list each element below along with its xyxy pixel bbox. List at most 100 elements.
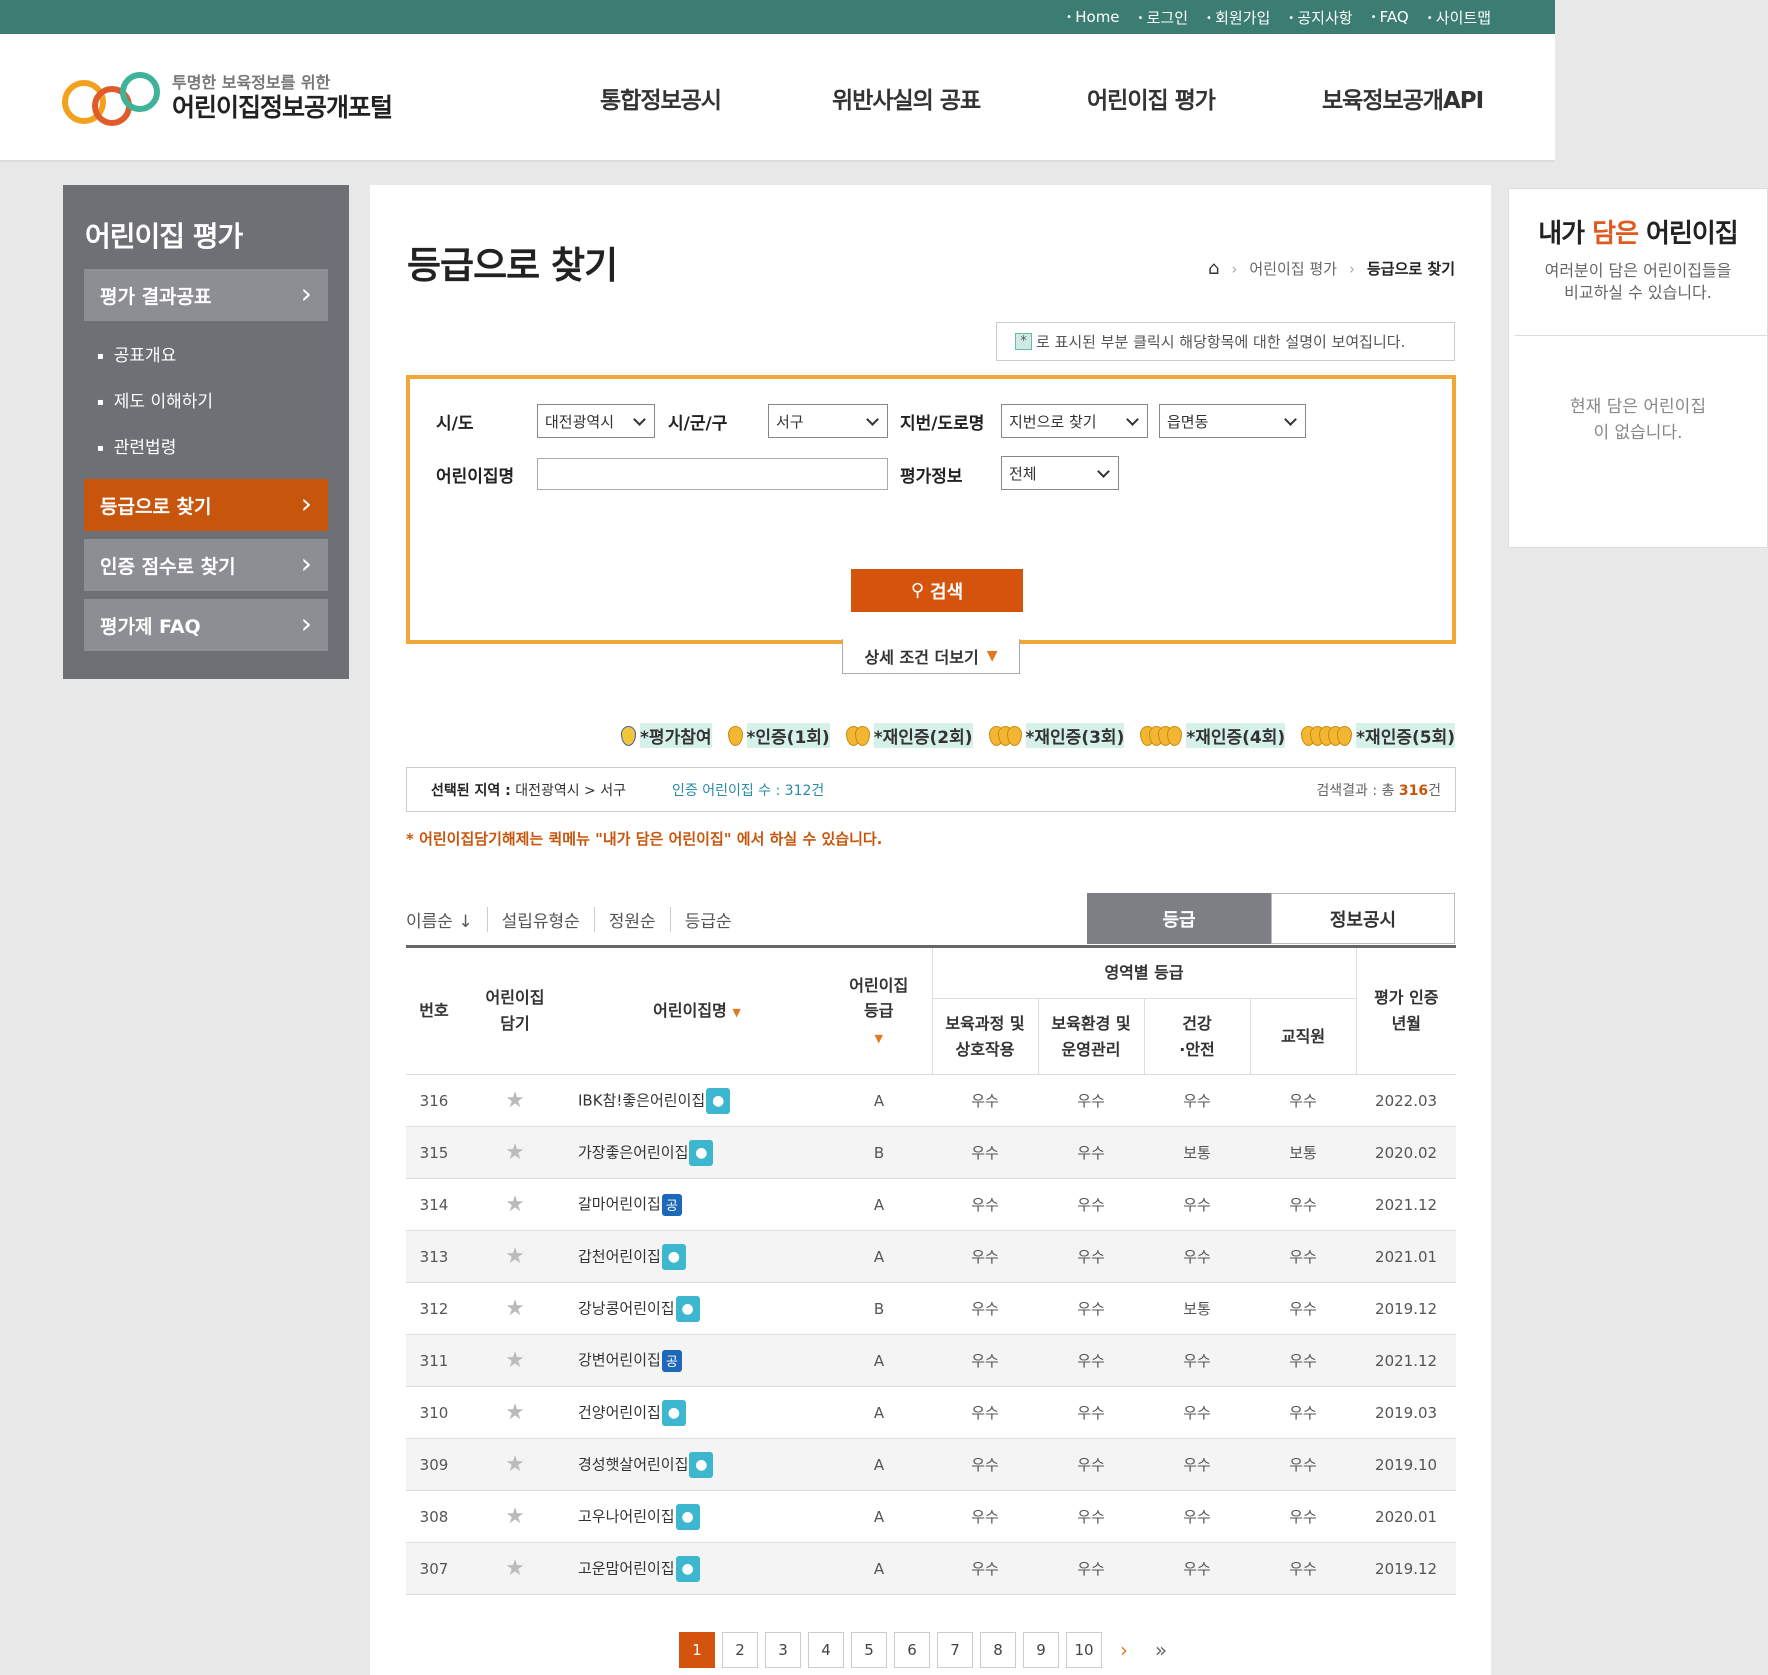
page-button[interactable]: 9 (1023, 1632, 1059, 1668)
page-button[interactable]: 10 (1066, 1632, 1102, 1668)
cell-area-environment: 우수 (1038, 1386, 1144, 1439)
page-button[interactable]: 2 (722, 1632, 758, 1668)
map-pin-icon[interactable]: ● (675, 1295, 700, 1322)
star-icon[interactable]: ★ (505, 1088, 525, 1113)
search-button[interactable]: ⚲ 검색 (851, 569, 1023, 612)
side-nav-item-grade-search[interactable]: 등급으로 찾기 (84, 479, 328, 531)
home-icon[interactable]: ⌂ (1208, 258, 1219, 279)
sort-capacity[interactable]: 정원순 (593, 907, 670, 932)
faq-link[interactable]: FAQ (1371, 8, 1409, 26)
map-pin-icon[interactable]: ● (689, 1451, 714, 1478)
help-note-text: 로 표시된 부분 클릭시 해당항목에 대한 설명이 보여집니다. (1036, 333, 1406, 351)
daycare-name-link[interactable]: 가장좋은어린이집 (578, 1143, 688, 1161)
side-nav-item-score-search[interactable]: 인증 점수로 찾기 (84, 539, 328, 591)
keep-warning: * 어린이집담기해제는 퀵메뉴 "내가 담은 어린이집" 에서 하실 수 있습니… (406, 830, 883, 848)
star-icon[interactable]: ★ (505, 1140, 525, 1165)
next-page-icon[interactable]: › (1109, 1632, 1139, 1668)
last-page-icon[interactable]: » (1146, 1632, 1176, 1668)
tab-grade[interactable]: 등급 (1087, 893, 1271, 944)
address-type-label: 지번/도로명 (900, 414, 985, 434)
star-icon[interactable]: ★ (505, 1452, 525, 1477)
map-pin-icon[interactable]: ● (675, 1503, 700, 1530)
legend-cert-2[interactable]: *재인증(2회) (845, 723, 973, 748)
star-icon[interactable]: ★ (505, 1504, 525, 1529)
page-button[interactable]: 3 (765, 1632, 801, 1668)
star-icon[interactable]: ★ (505, 1296, 525, 1321)
side-nav-item-results[interactable]: 평가 결과공표 (84, 269, 328, 321)
col-grade[interactable]: 어린이집 등급 ▼ (826, 945, 932, 1075)
map-pin-icon[interactable]: ● (689, 1139, 714, 1166)
star-icon[interactable]: ★ (505, 1192, 525, 1217)
results-table: 번호 어린이집 담기 어린이집명 ▼ 어린이집 등급 ▼ 영역별 등급 평가 인증… (406, 945, 1457, 1595)
map-pin-icon[interactable]: ● (661, 1399, 686, 1426)
gnav-evaluation[interactable]: 어린이집 평가 (1087, 81, 1216, 115)
legend-cert-3[interactable]: *재인증(3회) (988, 723, 1125, 748)
gnav-integrated-info[interactable]: 통합정보공시 (600, 81, 722, 115)
daycare-name-link[interactable]: 강변어린이집 (578, 1351, 661, 1369)
more-conditions-button[interactable]: 상세 조건 더보기 ▼ (842, 639, 1020, 674)
map-pin-icon[interactable]: ● (675, 1555, 700, 1582)
cell-grade: B (826, 1282, 932, 1335)
legend-cert-5[interactable]: *재인증(5회) (1301, 723, 1455, 748)
page-button[interactable]: 4 (808, 1632, 844, 1668)
site-logo[interactable]: 투명한 보육정보를 위한 어린이집정보공개포털 (62, 68, 393, 128)
cell-area-health: 우수 (1144, 1542, 1250, 1595)
sort-name[interactable]: 이름순 ↓ (406, 907, 487, 932)
daycare-name-link[interactable]: 고우나어린이집 (578, 1507, 675, 1525)
map-pin-icon[interactable]: ● (706, 1087, 731, 1114)
star-icon[interactable]: ★ (505, 1348, 525, 1373)
sort-grade[interactable]: 등급순 (669, 907, 746, 932)
daycare-name-link[interactable]: 갑천어린이집 (578, 1247, 661, 1265)
gnav-violations[interactable]: 위반사실의 공표 (832, 81, 981, 115)
daycare-name-label: 어린이집명 (436, 467, 515, 487)
address-type-select[interactable]: 지번으로 찾기 (1001, 404, 1148, 438)
star-icon[interactable]: ★ (505, 1556, 525, 1581)
home-link[interactable]: Home (1066, 8, 1119, 26)
cell-area-environment: 우수 (1038, 1126, 1144, 1179)
daycare-name-link[interactable]: 건양어린이집 (578, 1403, 661, 1421)
signup-link[interactable]: 회원가입 (1206, 7, 1270, 28)
sort-type[interactable]: 설립유형순 (486, 907, 594, 932)
page-button[interactable]: 7 (937, 1632, 973, 1668)
daycare-name-link[interactable]: IBK참!좋은어린이집 (578, 1091, 705, 1109)
login-link[interactable]: 로그인 (1138, 7, 1188, 28)
map-pin-icon[interactable]: ● (661, 1243, 686, 1270)
side-nav-sub-laws[interactable]: 관련법령 (97, 433, 177, 458)
legend-participation[interactable]: *평가참여 (621, 723, 712, 748)
sigungu-select[interactable]: 서구 (768, 404, 888, 438)
daycare-name-input[interactable] (537, 458, 888, 490)
side-nav-item-faq[interactable]: 평가제 FAQ (84, 599, 328, 651)
logo-mark-icon (62, 68, 166, 128)
cell-area-environment: 우수 (1038, 1542, 1144, 1595)
side-nav-sub-overview[interactable]: 공표개요 (97, 341, 177, 366)
medal-3-icon (988, 725, 1022, 746)
sido-select[interactable]: 대전광역시 (537, 404, 655, 438)
legend-cert-4[interactable]: *재인증(4회) (1140, 723, 1286, 748)
daycare-name-link[interactable]: 고운맘어린이집 (578, 1559, 675, 1577)
cell-cert-date: 2021.01 (1356, 1230, 1457, 1283)
side-nav-sub-understand[interactable]: 제도 이해하기 (97, 387, 213, 412)
cell-cert-date: 2019.12 (1356, 1282, 1457, 1335)
sitemap-link[interactable]: 사이트맵 (1427, 7, 1491, 28)
tab-disclosure[interactable]: 정보공시 (1271, 893, 1455, 944)
table-row: 307 ★ 고운맘어린이집 ● A 우수 우수 우수 우수 2019.12 (406, 1542, 1457, 1595)
panel-empty-text: 현재 담은 어린이집이 없습니다. (1570, 397, 1706, 443)
star-icon[interactable]: ★ (505, 1244, 525, 1269)
table-row: 315 ★ 가장좋은어린이집 ● B 우수 우수 보통 보통 2020.02 (406, 1126, 1457, 1179)
daycare-name-link[interactable]: 경성햇살어린이집 (578, 1455, 688, 1473)
breadcrumb-item[interactable]: 어린이집 평가 (1249, 258, 1337, 279)
page-button[interactable]: 8 (980, 1632, 1016, 1668)
dong-select[interactable]: 읍면동 (1159, 404, 1306, 438)
daycare-name-link[interactable]: 갈마어린이집 (578, 1195, 661, 1213)
utility-links: Home 로그인 회원가입 공지사항 FAQ 사이트맵 (1066, 0, 1491, 34)
gnav-api[interactable]: 보육정보공개API (1322, 81, 1484, 115)
page-button[interactable]: 1 (679, 1632, 715, 1668)
page-button[interactable]: 5 (851, 1632, 887, 1668)
legend-cert-1[interactable]: *인증(1회) (727, 723, 830, 748)
eval-info-select[interactable]: 전체 (1001, 456, 1119, 490)
notice-link[interactable]: 공지사항 (1288, 7, 1352, 28)
page-button[interactable]: 6 (894, 1632, 930, 1668)
col-name[interactable]: 어린이집명 ▼ (568, 945, 826, 1075)
star-icon[interactable]: ★ (505, 1400, 525, 1425)
daycare-name-link[interactable]: 강낭콩어린이집 (578, 1299, 675, 1317)
